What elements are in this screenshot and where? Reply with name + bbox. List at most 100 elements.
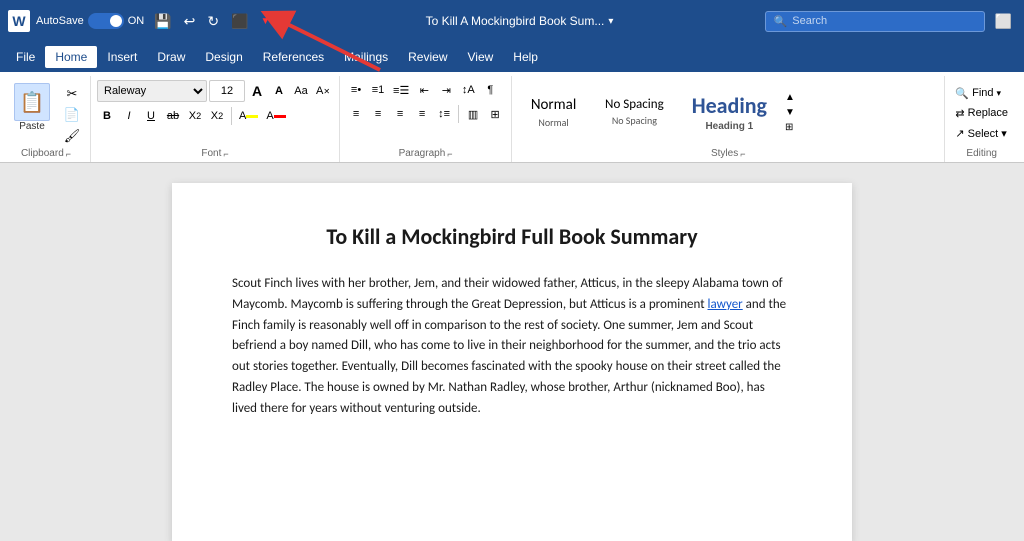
- bullets-button[interactable]: ≡•: [346, 80, 366, 100]
- paste-button[interactable]: 📋 Paste: [8, 80, 56, 135]
- justify-button[interactable]: ≡: [412, 104, 432, 124]
- clipboard-group: 📋 Paste ✂ 📄 🖌 Clipboard ⌐: [6, 76, 91, 162]
- menu-draw[interactable]: Draw: [147, 46, 195, 68]
- normal-style-button[interactable]: Normal Normal: [516, 81, 591, 143]
- align-left-button[interactable]: ≡: [346, 104, 366, 124]
- autosave-label: AutoSave: [36, 15, 84, 27]
- clipboard-label: Clipboard: [21, 148, 64, 159]
- bold-button[interactable]: B: [97, 106, 117, 126]
- toggle-knob: [110, 15, 122, 27]
- search-box[interactable]: 🔍: [765, 11, 985, 32]
- font-grow-button[interactable]: A: [247, 81, 267, 101]
- heading-style-button[interactable]: Heading Heading 1: [678, 81, 781, 143]
- menu-file[interactable]: File: [6, 46, 45, 68]
- normal-style-preview: Normal: [531, 96, 576, 114]
- italic-button[interactable]: I: [119, 106, 139, 126]
- no-spacing-preview: No Spacing: [605, 97, 664, 112]
- search-input[interactable]: [792, 15, 975, 27]
- search-icon: 🔍: [774, 15, 788, 28]
- heading-label: Heading 1: [705, 121, 753, 132]
- styles-group: Normal Normal No Spacing No Spacing Head…: [512, 76, 945, 162]
- find-dropdown[interactable]: ▾: [997, 88, 1002, 99]
- find-button[interactable]: 🔍 Find ▾: [951, 85, 1012, 102]
- dropdown-arrow-icon[interactable]: ▼: [257, 14, 275, 29]
- subscript-button[interactable]: X2: [185, 106, 205, 126]
- menu-help[interactable]: Help: [503, 46, 548, 68]
- underline-button[interactable]: U: [141, 106, 161, 126]
- styles-scroll-up[interactable]: ▲: [783, 91, 797, 104]
- redo-icon[interactable]: ↻: [203, 11, 223, 32]
- ribbon-display-icon[interactable]: ⬜: [991, 11, 1016, 32]
- clipboard-expand-icon[interactable]: ⌐: [66, 149, 71, 159]
- replace-button[interactable]: ⇄ Replace: [951, 105, 1012, 122]
- heading-preview: Heading: [692, 92, 767, 119]
- clear-formatting-button[interactable]: A✕: [313, 81, 333, 101]
- sort-button[interactable]: ↕A: [458, 80, 478, 100]
- decrease-indent-button[interactable]: ⇤: [414, 80, 434, 100]
- copy-button[interactable]: 📄: [60, 105, 84, 125]
- styles-scroll-down[interactable]: ▼: [783, 106, 797, 119]
- align-center-button[interactable]: ≡: [368, 104, 388, 124]
- shading-button[interactable]: ▥: [463, 104, 483, 124]
- styles-expand-icon[interactable]: ⌐: [740, 149, 745, 159]
- toggle-state-label: ON: [128, 15, 145, 27]
- menu-insert[interactable]: Insert: [97, 46, 147, 68]
- menu-bar: File Home Insert Draw Design References …: [0, 42, 1024, 72]
- multilevel-button[interactable]: ≡☰: [390, 80, 412, 100]
- find-icon: 🔍: [955, 87, 969, 100]
- font-expand-icon[interactable]: ⌐: [223, 149, 228, 159]
- select-label: Select ▾: [968, 127, 1007, 140]
- superscript-button[interactable]: X2: [207, 106, 227, 126]
- text-highlight-button[interactable]: A: [236, 106, 261, 126]
- borders-button[interactable]: ⊞: [485, 104, 505, 124]
- show-marks-button[interactable]: ¶: [480, 80, 500, 100]
- normal-style-label: Normal: [538, 116, 568, 129]
- no-spacing-label: No Spacing: [612, 114, 657, 127]
- editing-label: Editing: [966, 148, 997, 159]
- increase-indent-button[interactable]: ⇥: [436, 80, 456, 100]
- font-shrink-button[interactable]: A: [269, 81, 289, 101]
- select-button[interactable]: ↗ Select ▾: [951, 125, 1012, 142]
- numbered-button[interactable]: ≡1: [368, 80, 388, 100]
- document-area: To Kill a Mockingbird Full Book Summary …: [0, 163, 1024, 541]
- menu-review[interactable]: Review: [398, 46, 457, 68]
- document-title: To Kill A Mockingbird Book Sum... ▾: [280, 14, 758, 28]
- document-page[interactable]: To Kill a Mockingbird Full Book Summary …: [172, 183, 852, 541]
- font-label: Font: [201, 148, 221, 159]
- font-size-input[interactable]: [209, 80, 245, 102]
- menu-references[interactable]: References: [253, 46, 334, 68]
- clipboard-mini-buttons: ✂ 📄 🖌: [60, 80, 84, 146]
- find-label: Find: [972, 87, 993, 99]
- align-right-button[interactable]: ≡: [390, 104, 410, 124]
- menu-design[interactable]: Design: [195, 46, 252, 68]
- menu-home[interactable]: Home: [45, 46, 97, 68]
- format-painter-button[interactable]: 🖌: [60, 126, 84, 146]
- lawyer-link[interactable]: lawyer: [708, 297, 743, 312]
- paste-icon: 📋: [14, 83, 50, 121]
- customize-qat-icon[interactable]: ⬛: [227, 11, 252, 32]
- paragraph-label: Paragraph: [399, 148, 446, 159]
- menu-view[interactable]: View: [458, 46, 504, 68]
- no-spacing-style-button[interactable]: No Spacing No Spacing: [591, 81, 678, 143]
- strikethrough-button[interactable]: ab: [163, 106, 183, 126]
- font-case-button[interactable]: Aa: [291, 81, 311, 101]
- select-icon: ↗: [955, 127, 964, 140]
- cut-button[interactable]: ✂: [60, 84, 84, 104]
- paragraph-group: ≡• ≡1 ≡☰ ⇤ ⇥ ↕A ¶ ≡ ≡ ≡ ≡ ↕≡: [340, 76, 512, 162]
- styles-expand[interactable]: ⊞: [783, 121, 797, 134]
- word-logo: W: [8, 10, 30, 32]
- line-spacing-button[interactable]: ↕≡: [434, 104, 454, 124]
- body-text-before-link: Scout Finch lives with her brother, Jem,…: [232, 276, 783, 312]
- styles-label: Styles: [711, 148, 738, 159]
- save-icon[interactable]: 💾: [150, 11, 175, 32]
- menu-mailings[interactable]: Mailings: [334, 46, 398, 68]
- undo-icon[interactable]: ↩: [180, 11, 200, 32]
- paragraph-expand-icon[interactable]: ⌐: [447, 149, 452, 159]
- font-family-select[interactable]: Raleway: [97, 80, 207, 102]
- document-body: Scout Finch lives with her brother, Jem,…: [232, 274, 792, 420]
- autosave-toggle[interactable]: [88, 13, 124, 29]
- font-color-button[interactable]: A: [263, 106, 288, 126]
- title-dropdown-icon[interactable]: ▾: [608, 16, 613, 27]
- autosave-area: AutoSave ON: [36, 13, 144, 29]
- ribbon: 📋 Paste ✂ 📄 🖌 Clipboard ⌐: [0, 72, 1024, 163]
